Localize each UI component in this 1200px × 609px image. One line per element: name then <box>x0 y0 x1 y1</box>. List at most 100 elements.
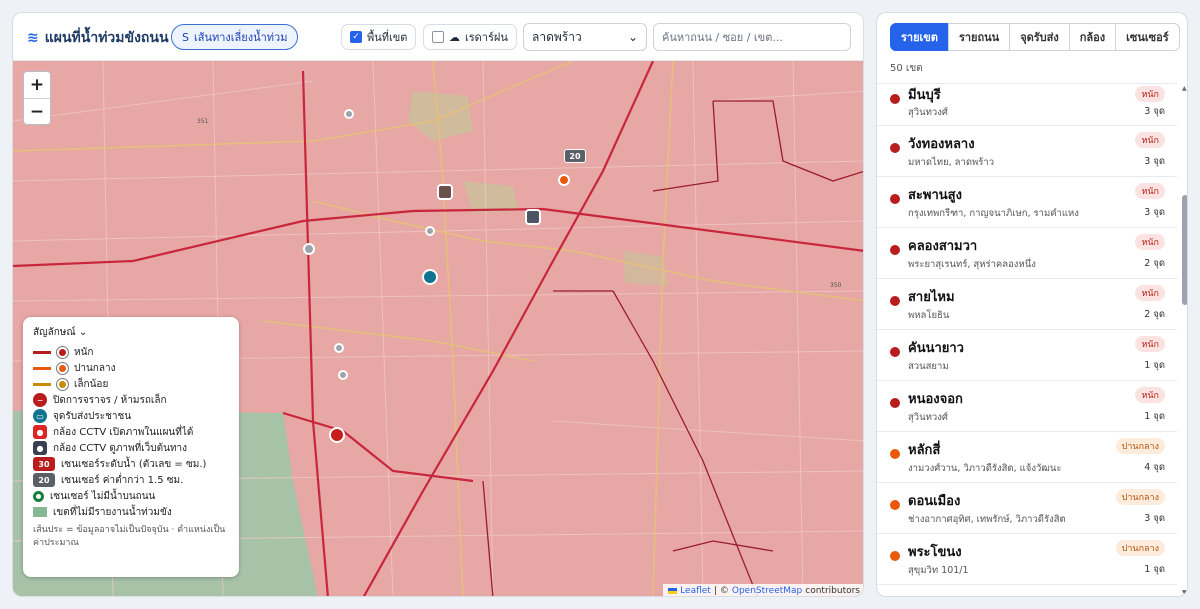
svg-text:351: 351 <box>197 118 209 125</box>
map-legend: สัญลักษณ์ ⌄ หนัก ปานกลาง เล็กน้อย − ปิดก… <box>23 317 239 577</box>
sensor-marker[interactable] <box>334 343 344 353</box>
cctv-camera-icon[interactable] <box>437 184 453 200</box>
legend-sensor-dry-label: เซนเซอร์ ไม่มีน้ำบนถนน <box>50 490 156 502</box>
legend-heavy: หนัก <box>33 344 229 360</box>
list-item[interactable]: คลองสามวา พระยาสุเรนทร์, สุหร่าคลองหนึ่ง… <box>877 228 1177 279</box>
sensor-marker[interactable] <box>425 226 435 236</box>
map-toolbar: ≋ แผนที่น้ำท่วมขังถนน S เส้นทางเลี่ยงน้ำ… <box>13 13 863 61</box>
severity-dot <box>890 347 900 357</box>
osm-link[interactable]: OpenStreetMap <box>732 586 802 596</box>
district-roads: พระยาสุเรนทร์, สุหร่าคลองหนึ่ง <box>908 259 1036 270</box>
district-panel: รายเขต รายถนน จุดรับส่ง กล้อง เซนเซอร์ 5… <box>876 12 1188 597</box>
legend-no-report: เขตที่ไม่มีรายงานน้ำท่วมขัง <box>33 504 229 520</box>
district-roads: สุขุมวิท 101/1 <box>908 565 969 576</box>
leaflet-link[interactable]: Leaflet <box>680 586 711 596</box>
legend-cctv-map: ● กล้อง CCTV เปิดภาพในแผนที่ได้ <box>33 424 229 440</box>
tab-road[interactable]: รายถนน <box>947 23 1011 51</box>
district-count: 50 เขต <box>890 63 923 74</box>
page-title-text: แผนที่น้ำท่วมขังถนน <box>44 30 169 46</box>
areas-checkbox[interactable]: ✓ <box>350 31 362 43</box>
severity-dot <box>890 551 900 561</box>
list-item[interactable]: วังทองหลาง มหาดไทย, ลาดพร้าว หนัก 3 จุด <box>877 126 1177 177</box>
zoom-in-button[interactable]: + <box>24 72 50 98</box>
severity-dot <box>890 143 900 153</box>
severity-dot <box>890 194 900 204</box>
severity-dot <box>890 500 900 510</box>
list-item[interactable]: หนองจอก สุวินทวงศ์ หนัก 1 จุด <box>877 381 1177 432</box>
legend-cctv-map-label: กล้อง CCTV เปิดภาพในแผนที่ได้ <box>53 426 194 438</box>
point-count: 3 จุด <box>1144 207 1165 218</box>
district-name: มีนบุรี <box>908 88 941 103</box>
scroll-up-icon[interactable]: ▲ <box>1182 85 1187 92</box>
district-select[interactable]: ลาดพร้าว ⌄ <box>523 23 647 51</box>
severity-dot <box>890 296 900 306</box>
pickup-point-icon[interactable] <box>422 269 438 285</box>
route-icon: S <box>182 30 189 44</box>
district-name: ดอนเมือง <box>908 494 961 509</box>
severity-badge: หนัก <box>1135 234 1165 250</box>
legend-title[interactable]: สัญลักษณ์ ⌄ <box>33 325 229 340</box>
camera-external-icon: ● <box>33 441 47 455</box>
map-attribution: Leaflet | © OpenStreetMap contributors <box>663 584 863 596</box>
sensor-level-badge[interactable]: 20 <box>564 149 586 163</box>
copyright-symbol: © <box>719 586 729 596</box>
sensor-marker[interactable] <box>303 243 315 255</box>
tab-district[interactable]: รายเขต <box>890 23 949 51</box>
tab-camera[interactable]: กล้อง <box>1068 23 1117 51</box>
severity-badge: หนัก <box>1135 285 1165 301</box>
list-item[interactable]: พระโขนง สุขุมวิท 101/1 ปานกลาง 1 จุด <box>877 534 1177 585</box>
severity-dot <box>890 398 900 408</box>
district-list: มีนบุรี สุวินทวงศ์ หนัก 3 จุด วังทองหลาง… <box>877 83 1177 596</box>
sensor-marker[interactable] <box>338 370 348 380</box>
radar-checkbox[interactable] <box>432 31 444 43</box>
flood-point-medium[interactable] <box>558 174 570 186</box>
search-input[interactable]: ค้นหาถนน / ซอย / เขต... <box>653 23 851 51</box>
chevron-down-icon: ⌄ <box>78 327 88 338</box>
bus-icon: ▭ <box>33 409 47 423</box>
no-entry-icon: − <box>33 393 47 407</box>
tab-sensor[interactable]: เซนเซอร์ <box>1115 23 1180 51</box>
sensor-30-badge: 30 <box>33 457 55 471</box>
sensor-dry-icon <box>33 490 44 502</box>
leaflet-flag-icon <box>668 588 678 594</box>
no-report-swatch <box>33 507 47 517</box>
list-item[interactable]: สะพานสูง กรุงเทพกรีฑา, กาญจนาภิเษก, รามค… <box>877 177 1177 228</box>
sensor-marker[interactable] <box>344 109 354 119</box>
page-title: ≋ แผนที่น้ำท่วมขังถนน <box>27 27 169 49</box>
legend-sensor-level-label: เซนเซอร์ระดับน้ำ (ตัวเลข = ซม.) <box>61 458 207 470</box>
point-count: 2 จุด <box>1144 258 1165 269</box>
point-count: 1 จุด <box>1144 564 1165 575</box>
tab-pickup[interactable]: จุดรับส่ง <box>1009 23 1070 51</box>
radar-toggle[interactable]: ☁ เรดาร์ฝน <box>423 24 517 50</box>
severity-dot <box>890 449 900 459</box>
district-roads: กรุงเทพกรีฑา, กาญจนาภิเษก, รามคำแหง <box>908 208 1079 219</box>
legend-cctv-external: ● กล้อง CCTV ดูภาพที่เว็บต้นทาง <box>33 440 229 456</box>
legend-note: เส้นประ = ข้อมูลอาจไม่เป็นปัจจุบัน · ตำแ… <box>33 525 226 548</box>
severity-dot <box>890 245 900 255</box>
scrollbar-thumb[interactable] <box>1182 195 1187 305</box>
legend-closed-label: ปิดการจราจร / ห้ามรถเล็ก <box>53 394 167 406</box>
areas-toggle[interactable]: ✓ พื้นที่เขต <box>341 24 417 50</box>
point-count: 3 จุด <box>1144 156 1165 167</box>
map-view[interactable]: 351 350 + − 20 สัญลักษณ์ ⌄ หนัก ปานกลาง … <box>13 61 863 596</box>
list-item[interactable]: คันนายาว สวนสยาม หนัก 1 จุด <box>877 330 1177 381</box>
district-roads: มหาดไทย, ลาดพร้าว <box>908 157 995 168</box>
list-item[interactable]: หลักสี่ งามวงศ์วาน, วิภาวดีรังสิต, แจ้งว… <box>877 432 1177 483</box>
medium-line-swatch <box>33 366 51 370</box>
list-item[interactable]: สายไหม พหลโยธิน หนัก 2 จุด <box>877 279 1177 330</box>
zoom-out-button[interactable]: − <box>24 98 50 124</box>
list-item[interactable]: มีนบุรี สุวินทวงศ์ หนัก 3 จุด <box>877 84 1177 126</box>
cctv-external-icon[interactable] <box>525 209 541 225</box>
areas-label: พื้นที่เขต <box>367 31 408 44</box>
flood-route-button[interactable]: S เส้นทางเลี่ยงน้ำท่วม <box>171 24 299 50</box>
district-name: พระโขนง <box>908 545 962 560</box>
legend-sensor-low: 20 เซนเซอร์ ค่าต่ำกว่า 1.5 ซม. <box>33 472 229 488</box>
list-scrollbar[interactable]: ▲ ▼ <box>1180 83 1187 596</box>
list-item[interactable]: ดอนเมือง ช่างอากาศอุทิศ, เทพรักษ์, วิภาว… <box>877 483 1177 534</box>
light-dot-swatch <box>57 378 68 390</box>
heavy-line-swatch <box>33 350 51 354</box>
flood-point-heavy[interactable] <box>329 427 345 443</box>
scroll-down-icon[interactable]: ▼ <box>1182 589 1187 596</box>
cloud-rain-icon: ☁ <box>449 30 460 44</box>
chevron-down-icon: ⌄ <box>627 30 638 44</box>
